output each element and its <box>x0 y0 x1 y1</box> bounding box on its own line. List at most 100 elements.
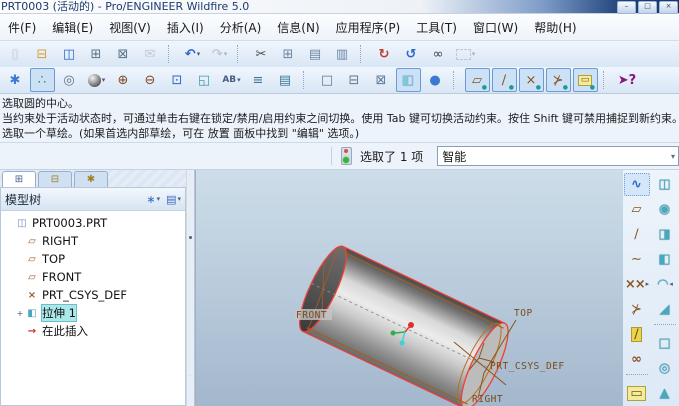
tree-expander[interactable]: + <box>15 309 25 318</box>
datum-label-right[interactable]: RIGHT <box>472 394 503 405</box>
layers-button[interactable]: ≡ <box>246 68 271 92</box>
plane-display-button[interactable]: ▱ <box>465 68 490 92</box>
reorient-button[interactable]: ◱ <box>192 68 217 92</box>
tab-model-tree[interactable]: ⊞ <box>2 171 36 187</box>
datum-label-front[interactable]: FRONT <box>296 310 327 321</box>
sketched-curve-button[interactable]: ∿ <box>624 173 650 196</box>
annotation-display-button[interactable]: ▭ <box>573 68 598 92</box>
print-button[interactable]: ⊞ <box>84 42 109 66</box>
minimize-button[interactable]: – <box>617 1 636 14</box>
blend-button[interactable]: ◧ <box>652 248 678 271</box>
find-button[interactable]: ∞ <box>426 42 451 66</box>
find-model-button[interactable]: ◎ <box>57 68 82 92</box>
tree-item-extrude-1[interactable]: + ◧ 拉伸 1 <box>1 304 185 322</box>
menu-edit[interactable]: 编辑(E) <box>44 16 101 39</box>
window-title: PRT0003 (活动的) - Pro/ENGINEER Wildfire 5.… <box>1 0 250 13</box>
annotation-button[interactable]: ▭ <box>624 382 650 405</box>
close-button[interactable]: × <box>659 1 678 14</box>
tree-settings-dropdown[interactable]: ▤ ▾ <box>166 193 181 206</box>
datum-csys-button[interactable]: ⊁ <box>624 298 650 321</box>
hidden-line-button[interactable]: ⊟ <box>342 68 367 92</box>
context-help-button[interactable]: ➤? <box>615 68 640 92</box>
appearance-button[interactable]: ● ▾ <box>84 68 109 92</box>
revolve-tool-icon: ◉ <box>658 201 671 217</box>
axis-display-button[interactable]: ∕ <box>492 68 517 92</box>
shell-button[interactable]: □ <box>652 332 678 355</box>
menu-window[interactable]: 窗口(W) <box>465 16 526 39</box>
revolve-button[interactable]: ◉ <box>652 198 678 221</box>
cut-button[interactable]: ✂ <box>249 42 274 66</box>
tree-item-top[interactable]: ▱ TOP <box>1 250 185 268</box>
datum-axis-button[interactable]: ∕ <box>624 223 650 246</box>
datum-plane-button[interactable]: ▱ <box>624 198 650 221</box>
wireframe-button[interactable]: □ <box>315 68 340 92</box>
hole-button[interactable]: ◎ <box>652 357 678 380</box>
tree-item-prt0003[interactable]: ◫ PRT0003.PRT <box>1 214 185 232</box>
round-button[interactable]: ◠ ◂ <box>652 273 678 296</box>
save-button[interactable]: ◫ <box>57 42 82 66</box>
menu-file[interactable]: 件(F) <box>0 16 44 39</box>
no-hidden-button[interactable]: ⊠ <box>369 68 394 92</box>
menu-info[interactable]: 信息(N) <box>269 16 327 39</box>
sketch-tool-button[interactable]: ∕ <box>624 323 650 346</box>
zoom-out-button[interactable]: ⊖ <box>138 68 163 92</box>
undo-button[interactable]: ↶ ▾ <box>180 42 205 66</box>
copy-icon: ⊞ <box>282 46 294 62</box>
new-file-button[interactable]: ▯ <box>3 42 28 66</box>
chamfer-button[interactable]: ◢ <box>652 298 678 321</box>
menu-insert[interactable]: 插入(I) <box>159 16 212 39</box>
csys-display-button[interactable]: ⊁ <box>546 68 571 92</box>
regenerate-button[interactable]: ↻ <box>372 42 397 66</box>
selection-filter-combo[interactable]: 智能 ▾ <box>437 146 679 166</box>
point-display-button[interactable]: × <box>519 68 544 92</box>
zoom-in-button[interactable]: ⊕ <box>111 68 136 92</box>
send-mail-icon: ✉ <box>144 46 156 62</box>
repaint-button[interactable]: ✱ <box>3 68 28 92</box>
menu-view[interactable]: 视图(V) <box>101 16 159 39</box>
extrude-button[interactable]: ◫ <box>652 173 678 196</box>
dropdown-arrow-icon: ▾ <box>223 50 228 58</box>
datum-label-top[interactable]: TOP <box>514 308 533 319</box>
use-edge-button[interactable]: ∞ <box>624 348 650 371</box>
splitter-handle[interactable] <box>189 236 192 239</box>
tree-item-right[interactable]: ▱ RIGHT <box>1 232 185 250</box>
copy-button[interactable]: ⊞ <box>276 42 301 66</box>
layer-status-button[interactable]: ▤ <box>273 68 298 92</box>
menu-analysis[interactable]: 分析(A) <box>212 16 270 39</box>
tree-item-prt-csys-def[interactable]: × PRT_CSYS_DEF <box>1 286 185 304</box>
maximize-button[interactable]: □ <box>638 1 657 14</box>
graphics-viewport[interactable]: FRONT TOP PRT_CSYS_DEF RIGHT <box>195 170 623 406</box>
dropdown-arrow-icon: ▾ <box>101 76 106 84</box>
spin-center-button[interactable]: ● <box>423 68 448 92</box>
panel-splitter[interactable] <box>186 170 195 406</box>
sweep-button[interactable]: ◨ <box>652 223 678 246</box>
datum-point-button[interactable]: ×× ▸ <box>624 273 650 296</box>
print-setup-button[interactable]: ⊠ <box>111 42 136 66</box>
menu-help[interactable]: 帮助(H) <box>526 16 584 39</box>
tree-item-front[interactable]: ▱ FRONT <box>1 268 185 286</box>
select-box-button[interactable]: ▭ ▾ <box>453 42 478 66</box>
paste-special-button[interactable]: ▥ <box>330 42 355 66</box>
regenerate-custom-button[interactable]: ↺ <box>399 42 424 66</box>
datum-label-csys[interactable]: PRT_CSYS_DEF <box>490 361 565 372</box>
paste-button[interactable]: ▤ <box>303 42 328 66</box>
tab-folder-browser[interactable]: ⊟ <box>38 171 72 187</box>
navigator-tabs: ⊞ ⊟ ✱ <box>0 170 186 187</box>
refit-button[interactable]: ⊡ <box>165 68 190 92</box>
shaded-button[interactable]: ◧ <box>396 68 421 92</box>
tree-tools-dropdown[interactable]: ∗ ▾ <box>146 193 160 206</box>
view-manager-button[interactable]: AB ▾ <box>219 68 244 92</box>
cylinder-model[interactable] <box>291 241 520 406</box>
open-button[interactable]: ⊟ <box>30 42 55 66</box>
datum-curve-button[interactable]: ∼ <box>624 248 650 271</box>
menu-applications[interactable]: 应用程序(P) <box>328 16 409 39</box>
redo-button[interactable]: ↷ ▾ <box>207 42 232 66</box>
model-tree-toggle-button[interactable]: ∴ <box>30 68 55 92</box>
menu-tools[interactable]: 工具(T) <box>408 16 465 39</box>
datum-curve-icon2: ∼ <box>631 251 642 267</box>
rib-button[interactable]: ▲ <box>652 382 678 405</box>
send-mail-button[interactable]: ✉ <box>138 42 163 66</box>
tree-item-insert-here[interactable]: → 在此插入 <box>1 322 185 340</box>
viewport-canvas[interactable]: FRONT TOP PRT_CSYS_DEF RIGHT <box>196 170 623 406</box>
tab-favorites[interactable]: ✱ <box>74 171 108 187</box>
